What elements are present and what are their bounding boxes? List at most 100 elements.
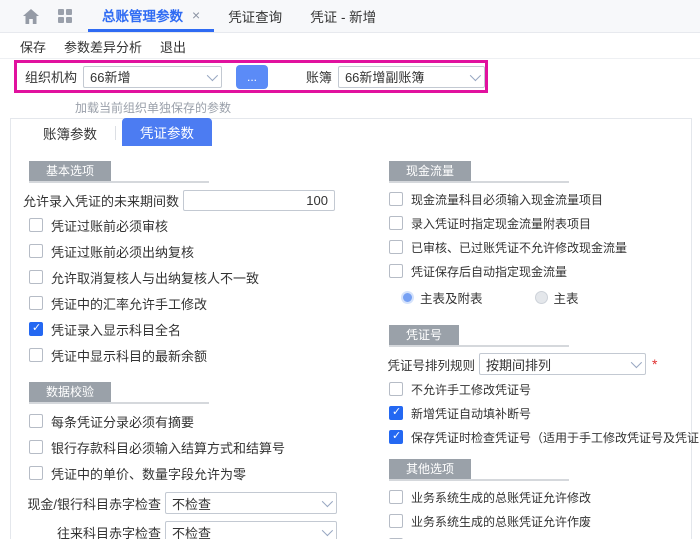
chevron-down-icon xyxy=(470,69,481,80)
home-icon[interactable] xyxy=(22,7,40,25)
checkbox-row[interactable]: 业务系统生成的总账凭证允许作废 xyxy=(387,509,700,533)
book-select[interactable]: 66新增副账簿 xyxy=(338,66,485,88)
checkbox[interactable] xyxy=(29,414,43,428)
checkbox-label: 凭证过账前必须审核 xyxy=(51,216,168,235)
checkbox-label: 凭证中的汇率允许手工修改 xyxy=(51,294,207,313)
checkbox-row[interactable]: 数量金额核算中，凭证支持跨计量单位组的单位 xyxy=(387,533,700,539)
org-select[interactable]: 66新增 xyxy=(83,66,222,88)
checkbox[interactable] xyxy=(389,216,403,230)
section-other-options: 其他选项 xyxy=(389,459,569,481)
checkbox-row[interactable]: 凭证录入显示科目全名 xyxy=(27,316,357,342)
checkbox[interactable] xyxy=(389,514,403,528)
radio-label: 主表及附表 xyxy=(420,288,483,307)
window-tab-label: 凭证查询 xyxy=(228,6,282,26)
checkbox[interactable] xyxy=(389,240,403,254)
save-button[interactable]: 保存 xyxy=(20,37,46,56)
checkbox-label: 每条凭证分录必须有摘要 xyxy=(51,412,194,431)
org-more-button[interactable]: ... xyxy=(236,65,268,89)
load-org-params-hint: 加载当前组织单独保存的参数 xyxy=(75,99,231,116)
chevron-down-icon xyxy=(322,496,333,507)
checkbox-row[interactable]: 现金流量科目必须输入现金流量项目 xyxy=(387,187,700,211)
book-label: 账簿 xyxy=(306,67,332,86)
checkbox-row[interactable]: 新增凭证自动填补断号 xyxy=(387,401,700,425)
app-grid-icon[interactable] xyxy=(56,7,74,25)
checkbox-row[interactable]: 录入凭证时指定现金流量附表项目 xyxy=(387,211,700,235)
future-periods-row: 允许录入凭证的未来期间数 xyxy=(23,188,357,212)
checkbox-label: 业务系统生成的总账凭证允许修改 xyxy=(411,489,591,506)
tab-voucher-params[interactable]: 凭证参数 xyxy=(122,118,212,146)
voucher-no-rule-select[interactable]: 按期间排列 xyxy=(479,353,646,375)
param-diff-analysis-button[interactable]: 参数差异分析 xyxy=(64,37,142,56)
checkbox-label: 现金流量科目必须输入现金流量项目 xyxy=(411,191,603,208)
basic-checkbox-group: 凭证过账前必须审核 凭证过账前必须出纳复核 允许取消复核人与出纳复核人不一致 凭… xyxy=(23,212,357,368)
future-periods-input[interactable] xyxy=(183,190,335,211)
checkbox[interactable] xyxy=(389,264,403,278)
checkbox[interactable] xyxy=(29,440,43,454)
window-tab-voucher-new[interactable]: 凭证 - 新增 xyxy=(296,0,390,32)
section-data-validation: 数据校验 xyxy=(29,382,209,404)
checkbox-row[interactable]: 允许取消复核人与出纳复核人不一致 xyxy=(27,264,357,290)
deficit-check-select[interactable]: 不检查 xyxy=(165,521,337,539)
checkbox-label: 允许取消复核人与出纳复核人不一致 xyxy=(51,268,259,287)
checkbox-row[interactable]: 已审核、已过账凭证不允许修改现金流量 xyxy=(387,235,700,259)
chevron-down-icon xyxy=(207,69,218,80)
cashflow-table-radio-group: 主表及附表 主表 xyxy=(401,285,700,309)
deficit-check-selects: 现金/银行科目赤字检查 不检查 往来科目赤字检查 不检查 xyxy=(23,491,357,539)
required-asterisk: * xyxy=(652,356,657,372)
chevron-down-icon xyxy=(631,357,642,368)
voucher-no-rule-row: 凭证号排列规则 按期间排列 * xyxy=(383,351,700,377)
checkbox-row[interactable]: 每条凭证分录必须有摘要 xyxy=(27,408,357,434)
checkbox[interactable] xyxy=(29,348,43,362)
window-tab-ledger-params[interactable]: 总账管理参数 × xyxy=(88,0,214,32)
voucher-no-checkbox-group: 不允许手工修改凭证号 新增凭证自动填补断号 保存凭证时检查凭证号（适用于手工修改… xyxy=(383,377,700,449)
checkbox-row[interactable]: 业务系统生成的总账凭证允许修改 xyxy=(387,485,700,509)
select-value: 不检查 xyxy=(172,494,316,513)
window-tab-voucher-query[interactable]: 凭证查询 xyxy=(214,0,296,32)
radio-option[interactable]: 主表 xyxy=(535,288,579,307)
checkbox[interactable] xyxy=(29,218,43,232)
checkbox-label: 凭证录入显示科目全名 xyxy=(51,320,181,339)
checkbox[interactable] xyxy=(389,430,403,444)
checkbox-row[interactable]: 保存凭证时检查凭证号（适用于手工修改凭证号及凭证引入） xyxy=(387,425,700,449)
checkbox[interactable] xyxy=(29,244,43,258)
tab-divider xyxy=(115,126,116,140)
checkbox-label: 凭证过账前必须出纳复核 xyxy=(51,242,194,261)
select-label: 现金/银行科目赤字检查 xyxy=(23,494,161,513)
checkbox-row[interactable]: 不允许手工修改凭证号 xyxy=(387,377,700,401)
book-select-value: 66新增副账簿 xyxy=(345,67,464,86)
radio-option[interactable]: 主表及附表 xyxy=(401,288,483,307)
checkbox[interactable] xyxy=(389,382,403,396)
other-checkbox-group: 业务系统生成的总账凭证允许修改 业务系统生成的总账凭证允许作废 数量金额核算中，… xyxy=(383,485,700,539)
voucher-no-rule-label: 凭证号排列规则 xyxy=(383,355,475,374)
deficit-check-select[interactable]: 不检查 xyxy=(165,492,337,514)
toolbar: 保存 参数差异分析 退出 xyxy=(0,34,700,59)
tab-book-params[interactable]: 账簿参数 xyxy=(31,119,109,146)
window-tab-label: 凭证 - 新增 xyxy=(310,6,376,26)
select-row: 现金/银行科目赤字检查 不检查 xyxy=(23,491,357,515)
params-panel: 账簿参数 凭证参数 基本选项 允许录入凭证的未来期间数 凭证过账前必须审核 凭证… xyxy=(10,118,692,539)
checkbox-row[interactable]: 凭证中显示科目的最新余额 xyxy=(27,342,357,368)
org-select-value: 66新增 xyxy=(90,67,201,86)
checkbox-row[interactable]: 凭证过账前必须审核 xyxy=(27,212,357,238)
checkbox-row[interactable]: 凭证保存后自动指定现金流量 xyxy=(387,259,700,283)
close-icon[interactable]: × xyxy=(192,7,200,23)
window-tab-label: 总账管理参数 xyxy=(102,5,183,25)
checkbox[interactable] xyxy=(389,192,403,206)
checkbox[interactable] xyxy=(29,466,43,480)
select-value: 不检查 xyxy=(172,523,316,539)
checkbox-row[interactable]: 银行存款科目必须输入结算方式和结算号 xyxy=(27,434,357,460)
checkbox[interactable] xyxy=(29,322,43,336)
checkbox-label: 凭证保存后自动指定现金流量 xyxy=(411,263,567,280)
checkbox[interactable] xyxy=(29,270,43,284)
radio-button[interactable] xyxy=(535,291,548,304)
checkbox-row[interactable]: 凭证中的汇率允许手工修改 xyxy=(27,290,357,316)
checkbox[interactable] xyxy=(389,490,403,504)
checkbox[interactable] xyxy=(29,296,43,310)
exit-button[interactable]: 退出 xyxy=(160,37,186,56)
checkbox-row[interactable]: 凭证过账前必须出纳复核 xyxy=(27,238,357,264)
checkbox-row[interactable]: 凭证中的单价、数量字段允许为零 xyxy=(27,460,357,486)
radio-button[interactable] xyxy=(401,291,414,304)
window-tab-bar: 总账管理参数 × 凭证查询 凭证 - 新增 xyxy=(0,0,700,33)
checkbox[interactable] xyxy=(389,406,403,420)
org-label: 组织机构 xyxy=(25,67,77,86)
